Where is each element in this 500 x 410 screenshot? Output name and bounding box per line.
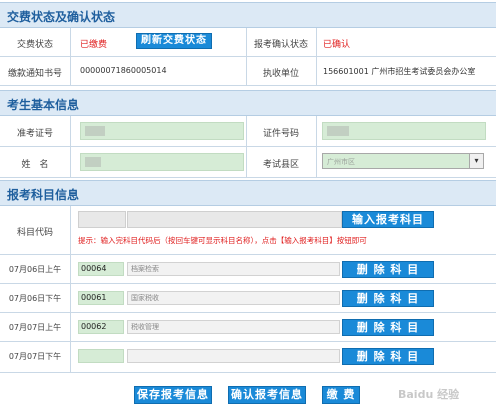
- candidate-section-title: 考生基本信息: [7, 98, 80, 112]
- name-row: 姓 名 考试县区 广州市区 ▾: [0, 147, 496, 178]
- subject-code-field[interactable]: 00061: [78, 291, 124, 305]
- subject-code-field[interactable]: 00062: [78, 320, 124, 334]
- delete-subject-button[interactable]: 删 除 科 目: [342, 261, 434, 278]
- exam-id-field[interactable]: [80, 122, 244, 140]
- id-no-label: 证件号码: [262, 129, 299, 139]
- name-label: 姓 名: [21, 160, 49, 170]
- name-field[interactable]: [80, 153, 244, 171]
- chevron-down-icon[interactable]: ▾: [469, 154, 483, 168]
- delete-subject-button[interactable]: 删 除 科 目: [342, 319, 434, 336]
- confirm-status-value: 已确认: [323, 40, 351, 50]
- subject-row: 07月06日上午 00064 档案检索 删 除 科 目: [0, 255, 496, 284]
- fee-status-label: 交费状态: [16, 40, 53, 50]
- subject-time: 07月06日上午: [8, 265, 62, 274]
- notice-row: 缴款通知书号 00000071860005014 执收单位 156601001 …: [0, 57, 496, 86]
- notice-no-value: 00000071860005014: [80, 66, 167, 75]
- subject-row: 07月07日上午 00062 税收管理 删 除 科 目: [0, 313, 496, 342]
- subject-hint: 提示：输入完科目代码后（按回车键可显示科目名称），点击【输入报考科目】按钮即可: [78, 236, 367, 245]
- subject-name-field: 国家税收: [127, 291, 340, 305]
- subject-code-label: 科目代码: [16, 228, 53, 238]
- subject-code-field[interactable]: 00064: [78, 262, 124, 276]
- subject-name-display: [127, 211, 342, 228]
- payment-section-title: 交费状态及确认状态: [7, 10, 116, 24]
- subject-name-field: 税收管理: [127, 320, 340, 334]
- baidu-watermark: Baidu 经验: [398, 388, 460, 401]
- subject-section-title: 报考科目信息: [7, 188, 80, 202]
- exam-id-label: 准考证号: [16, 129, 53, 139]
- fee-status-row: 交费状态 已缴费 刷新交费状态 报考确认状态 已确认: [0, 28, 496, 57]
- collector-value: 156601001 广州市招生考试委员会办公室: [323, 67, 476, 76]
- refresh-fee-status-button[interactable]: 刷新交费状态: [136, 33, 212, 49]
- fee-status-value: 已缴费: [80, 40, 108, 50]
- payment-section-header: 交费状态及确认状态: [0, 2, 496, 28]
- subject-name-field: [127, 349, 340, 363]
- subject-code-field[interactable]: [78, 349, 124, 363]
- confirm-registration-button[interactable]: 确认报考信息: [228, 386, 306, 404]
- notice-no-label: 缴款通知书号: [7, 69, 62, 79]
- enter-subject-button[interactable]: 输入报考科目: [342, 211, 434, 228]
- candidate-section-header: 考生基本信息: [0, 90, 496, 116]
- subject-section-header: 报考科目信息: [0, 180, 496, 206]
- district-label: 考试县区: [262, 160, 299, 170]
- subject-row: 07月06日下午 00061 国家税收 删 除 科 目: [0, 284, 496, 313]
- delete-subject-button[interactable]: 删 除 科 目: [342, 290, 434, 307]
- collector-label: 执收单位: [262, 69, 299, 79]
- subject-code-input[interactable]: [78, 211, 126, 228]
- district-select-value: 广州市区: [327, 158, 355, 166]
- delete-subject-button[interactable]: 删 除 科 目: [342, 348, 434, 365]
- subject-name-field: 档案检索: [127, 262, 340, 276]
- confirm-status-label: 报考确认状态: [253, 40, 308, 50]
- subject-time: 07月06日下午: [8, 294, 62, 303]
- id-no-field[interactable]: [322, 122, 486, 140]
- exam-id-row: 准考证号 证件号码: [0, 116, 496, 147]
- pay-button[interactable]: 缴 费: [322, 386, 360, 404]
- subject-code-row: 科目代码 输入报考科目 提示：输入完科目代码后（按回车键可显示科目名称），点击【…: [0, 206, 496, 255]
- subject-row: 07月07日下午 删 除 科 目: [0, 342, 496, 373]
- district-select[interactable]: 广州市区 ▾: [322, 153, 484, 169]
- subject-time: 07月07日上午: [8, 323, 62, 332]
- subject-time: 07月07日下午: [8, 352, 62, 361]
- save-registration-button[interactable]: 保存报考信息: [134, 386, 212, 404]
